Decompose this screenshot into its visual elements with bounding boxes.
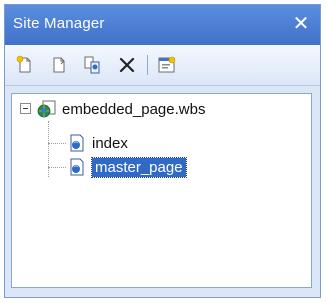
site-tree[interactable]: embedded_page.wbs index master_page — [11, 93, 312, 288]
toolbar-separator — [147, 55, 148, 75]
tree-root-label: embedded_page.wbs — [62, 100, 206, 118]
title-bar: Site Manager ✕ — [5, 5, 320, 45]
new-page-icon — [16, 55, 31, 73]
new-file-icon — [53, 57, 65, 73]
tree-connector — [48, 167, 66, 169]
tree-item-label: index — [92, 134, 128, 152]
close-button[interactable]: ✕ — [288, 11, 314, 37]
copy-page-button[interactable] — [81, 53, 105, 77]
tree-root-item[interactable]: embedded_page.wbs — [36, 98, 205, 120]
site-manager-panel: Site Manager ✕ embedded_page.wbs index m… — [4, 4, 321, 298]
properties-button[interactable] — [155, 53, 179, 77]
window-title: Site Manager — [13, 15, 105, 32]
tree-connector — [48, 143, 66, 145]
site-manager-window: Site Manager ✕ embedded_page.wbs index m… — [0, 0, 326, 303]
new-page-button[interactable] — [13, 53, 37, 77]
page-icon — [66, 133, 88, 153]
properties-icon — [158, 56, 176, 73]
delete-icon — [119, 57, 135, 73]
tree-item-master-page[interactable]: master_page — [66, 156, 187, 178]
delete-button[interactable] — [115, 53, 139, 77]
collapse-toggle[interactable] — [20, 103, 31, 114]
toolbar — [5, 45, 320, 86]
copy-page-icon — [84, 56, 100, 74]
website-globe-icon — [36, 99, 58, 119]
tree-item-label-selected: master_page — [91, 156, 187, 178]
new-file-button[interactable] — [47, 53, 71, 77]
tree-item-index[interactable]: index — [66, 132, 128, 154]
page-icon — [66, 157, 88, 177]
